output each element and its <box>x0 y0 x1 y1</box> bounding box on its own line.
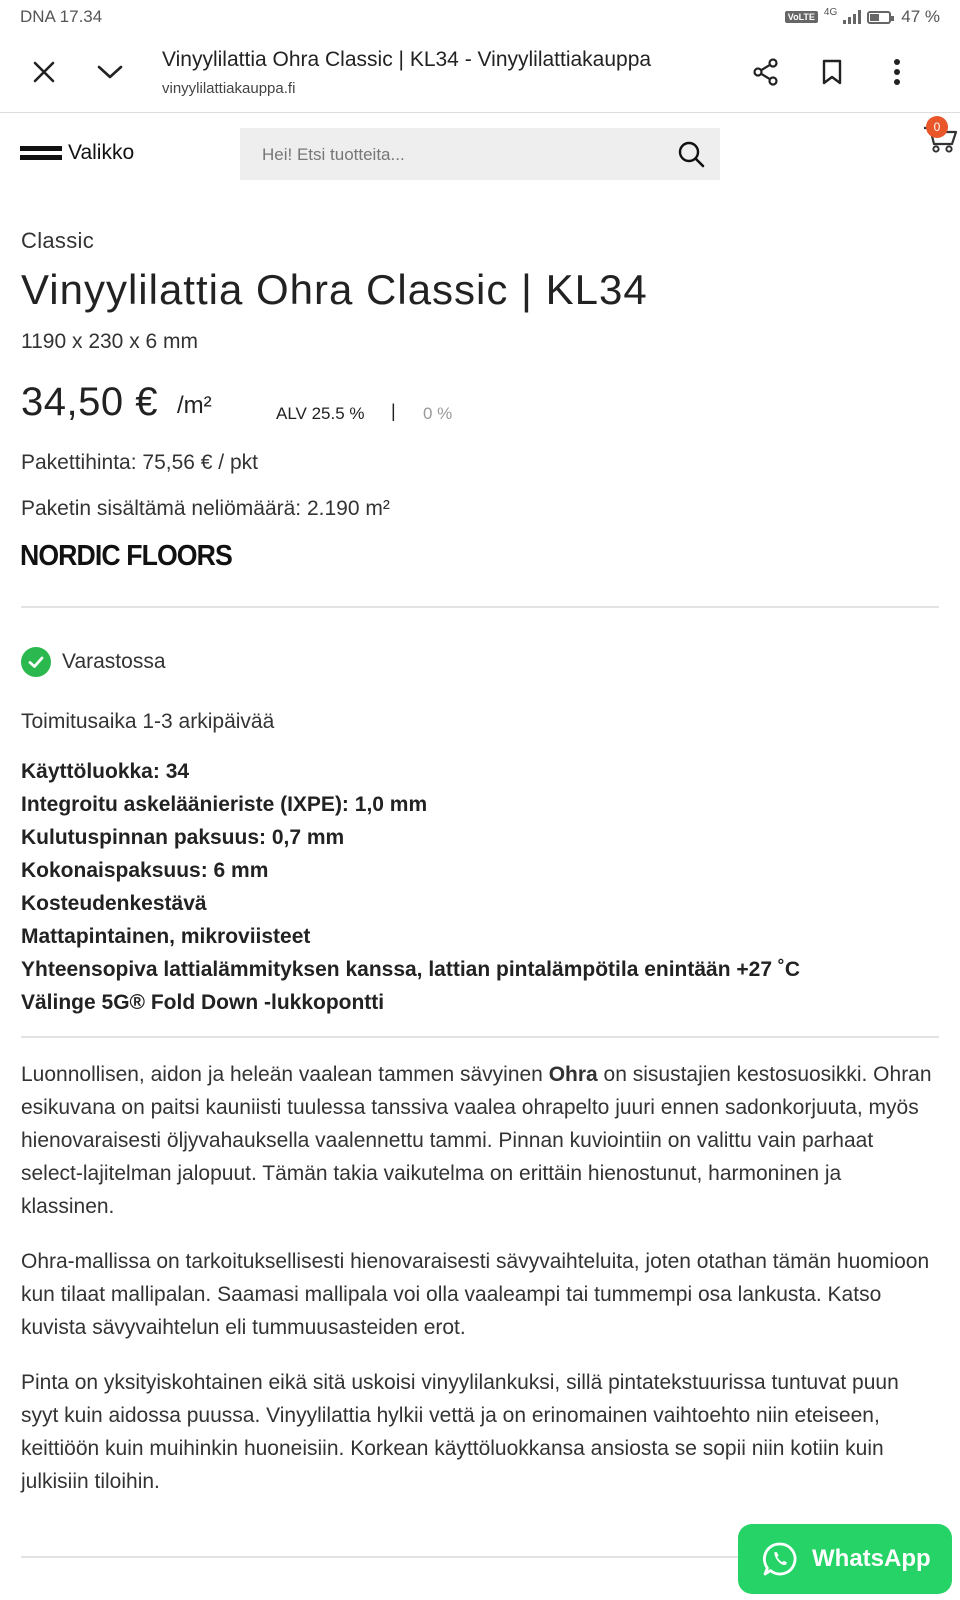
browser-url[interactable]: vinyylilattiakauppa.fi <box>162 80 295 97</box>
carrier-time: DNA 17.34 <box>20 7 103 26</box>
delivery-time: Toimitusaika 1-3 arkipäivää <box>21 710 275 733</box>
status-icons: VoLTE 4G 47 % <box>784 6 940 27</box>
chevron-down-icon[interactable] <box>94 56 126 88</box>
search-bar <box>240 128 720 182</box>
product-dimensions: 1190 x 230 x 6 mm <box>21 330 199 353</box>
feature-list: Käyttöluokka: 34 Integroitu askeläänieri… <box>21 755 800 1019</box>
menu-button[interactable]: Valikko <box>20 138 134 168</box>
price-unit: /m² <box>177 392 212 419</box>
feature-item: Integroitu askeläänieriste (IXPE): 1,0 m… <box>21 793 428 816</box>
browser-page-title[interactable]: Vinyylilattia Ohra Classic | KL34 - Viny… <box>162 48 651 72</box>
description-paragraph: Ohra-mallissa on tarkoituksellisesti hie… <box>21 1250 930 1339</box>
search-icon[interactable] <box>676 139 706 169</box>
divider <box>21 1036 939 1038</box>
signal-icon <box>843 10 862 24</box>
volte-icon: VoLTE <box>784 11 818 23</box>
product-title: Vinyylilattia Ohra Classic | KL34 <box>21 266 648 313</box>
share-icon[interactable] <box>750 56 782 88</box>
status-bar: DNA 17.34 VoLTE 4G 47 % <box>0 0 960 34</box>
product-price: 34,50 € <box>21 380 158 424</box>
whatsapp-icon <box>763 1542 797 1576</box>
feature-item: Mattapintainen, mikroviisteet <box>21 925 311 948</box>
description-text: Luonnollisen, aidon ja heleän vaalean ta… <box>21 1063 549 1086</box>
divider <box>21 606 939 608</box>
network-type: 4G <box>823 6 838 18</box>
feature-item: Välinge 5G® Fold Down -lukkopontti <box>21 991 385 1014</box>
close-icon[interactable] <box>28 56 60 88</box>
feature-item: Kulutuspinnan paksuus: 0,7 mm <box>21 826 345 849</box>
brand-logo[interactable]: NORDIC FLOORS <box>20 540 233 573</box>
menu-label: Valikko <box>68 141 135 164</box>
description-highlight: Ohra <box>548 1063 598 1086</box>
battery-level: 47 % <box>901 7 940 26</box>
whatsapp-label: WhatsApp <box>812 1545 931 1572</box>
hamburger-icon <box>20 146 62 160</box>
vat-separator: | <box>391 401 396 421</box>
search-input[interactable] <box>240 128 684 182</box>
stock-status: Varastossa <box>62 650 166 673</box>
vat-toggle-without-vat[interactable]: 0 % <box>423 404 452 424</box>
description-paragraph: Luonnollisen, aidon ja heleän vaalean ta… <box>21 1058 939 1223</box>
product-category[interactable]: Classic <box>21 228 94 254</box>
vat-toggle-with-vat[interactable]: ALV 25.5 % <box>276 404 365 424</box>
bookmark-icon[interactable] <box>816 56 848 88</box>
cart-count-badge: 0 <box>926 116 948 138</box>
check-icon <box>21 647 51 677</box>
more-vert-icon[interactable] <box>884 56 910 88</box>
feature-item: Kokonaispaksuus: 6 mm <box>21 859 269 882</box>
description-paragraph: Pinta on yksityiskohtainen eikä sitä usk… <box>21 1371 899 1493</box>
description-text: on sisustajien kestosuosikki. Ohran esik… <box>21 1063 932 1218</box>
feature-item: Kosteudenkestävä <box>21 892 207 915</box>
battery-icon <box>867 10 895 24</box>
package-price: Pakettihinta: 75,56 € / pkt <box>21 451 258 474</box>
feature-item: Käyttöluokka: 34 <box>21 760 190 783</box>
package-area: Paketin sisältämä neliömäärä: 2.190 m² <box>21 497 390 520</box>
whatsapp-button[interactable]: WhatsApp <box>738 1524 952 1594</box>
feature-item: Yhteensopiva lattialämmityksen kanssa, l… <box>21 958 800 981</box>
